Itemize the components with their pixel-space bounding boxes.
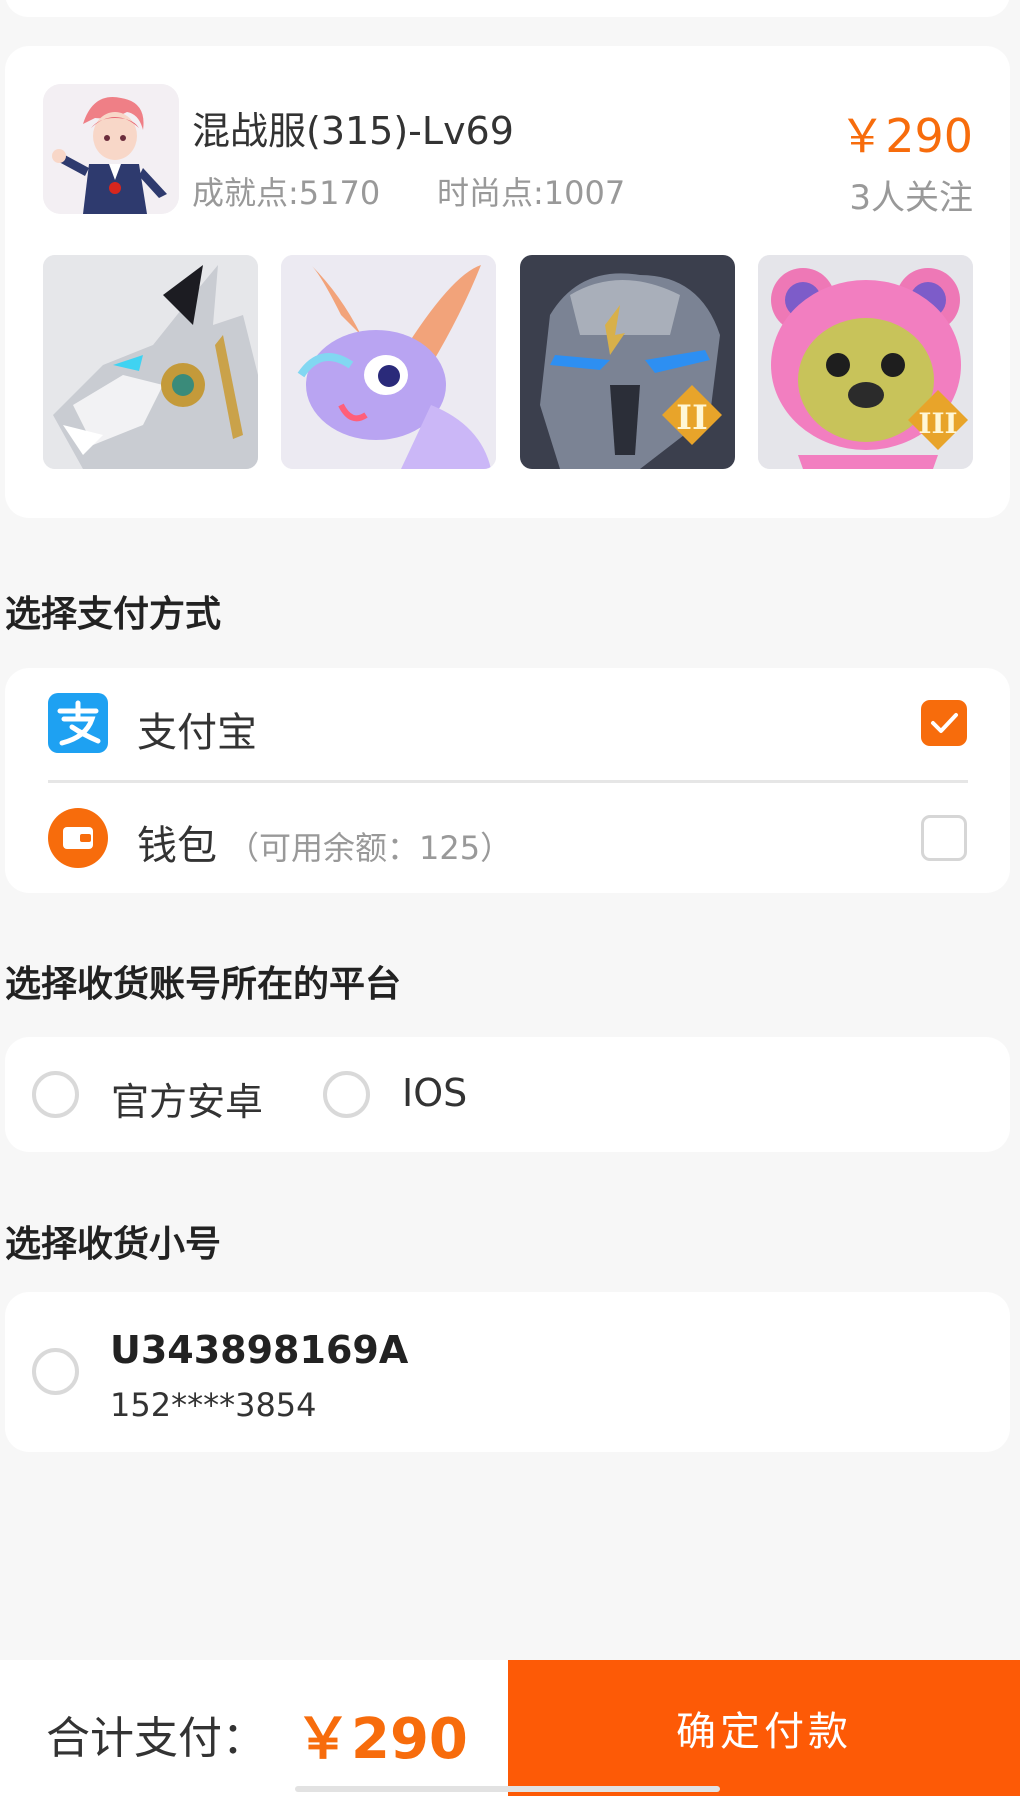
checkout-page: 混战服(315)-Lv69 成就点:5170 时尚点:1007 ￥290 3人关… xyxy=(0,0,1020,1796)
achievement-points: 成就点:5170 xyxy=(192,174,381,212)
tier-badge-ii: II xyxy=(676,398,708,438)
silver-mecha-dragon-image[interactable] xyxy=(43,255,258,469)
platform-card: 官方安卓 IOS xyxy=(5,1037,1010,1152)
total-label: 合计支付： xyxy=(46,1713,266,1764)
wallet-label: 钱包 xyxy=(137,823,217,869)
product-price: ￥290 xyxy=(839,109,973,163)
followers-count: 3人关注 xyxy=(849,178,973,218)
previous-card xyxy=(5,0,1010,17)
check-icon xyxy=(931,713,958,733)
account-phone: 152****3854 xyxy=(110,1386,317,1424)
payment-option-wallet[interactable]: 钱包 （可用余额：125） xyxy=(5,783,1010,893)
account-card[interactable]: U343898169A 152****3854 xyxy=(5,1292,1010,1452)
product-title: 混战服(315)-Lv69 xyxy=(192,109,514,153)
account-radio[interactable] xyxy=(32,1348,79,1395)
wallet-icon xyxy=(48,808,108,868)
payment-section-title: 选择支付方式 xyxy=(5,594,222,635)
product-card[interactable]: 混战服(315)-Lv69 成就点:5170 时尚点:1007 ￥290 3人关… xyxy=(5,46,1010,518)
account-name: U343898169A xyxy=(110,1328,409,1372)
thumbnail-strip: II III xyxy=(43,255,973,469)
bottom-bar: 合计支付： ￥290 确定付款 xyxy=(0,1660,1020,1796)
tier-badge-iii: III xyxy=(918,407,957,440)
character-avatar xyxy=(43,84,179,214)
platform-section-title: 选择收货账号所在的平台 xyxy=(5,964,402,1005)
android-label[interactable]: 官方安卓 xyxy=(111,1071,263,1126)
fashion-points: 时尚点:1007 xyxy=(437,174,626,212)
account-section-title: 选择收货小号 xyxy=(5,1224,222,1265)
pink-bear-image[interactable]: III xyxy=(758,255,973,469)
ios-radio[interactable] xyxy=(323,1071,370,1118)
stone-golem-image[interactable]: II xyxy=(520,255,735,469)
payment-card: 支付宝 钱包 （可用余额：125） xyxy=(5,668,1010,893)
confirm-payment-button[interactable]: 确定付款 xyxy=(508,1660,1020,1796)
home-indicator xyxy=(295,1786,720,1792)
wallet-balance-note: （可用余额：125） xyxy=(227,829,513,867)
alipay-label: 支付宝 xyxy=(137,710,257,756)
android-radio[interactable] xyxy=(32,1071,79,1118)
alipay-checkbox[interactable] xyxy=(921,700,967,746)
wallet-checkbox[interactable] xyxy=(921,815,967,861)
payment-option-alipay[interactable]: 支付宝 xyxy=(5,668,1010,778)
purple-fairy-dragon-image[interactable] xyxy=(281,255,496,469)
total-value: ￥290 xyxy=(295,1707,468,1772)
ios-label[interactable]: IOS xyxy=(402,1071,467,1115)
alipay-icon xyxy=(48,693,108,753)
